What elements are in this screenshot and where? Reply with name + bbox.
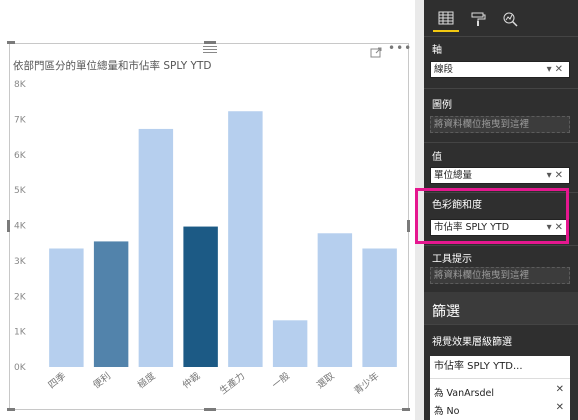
y-tick-label: 7K xyxy=(14,115,27,125)
y-tick-label: 3K xyxy=(14,257,27,267)
y-tick-label: 0K xyxy=(14,363,27,373)
axis-label: 軸 xyxy=(432,45,442,56)
chart-svg: 依部門區分的單位總量和市佔率 SPLY YTD 0K 1K 2K 3K 4K 5K 6K 7K… xyxy=(13,59,397,397)
x-category-label: 便利 xyxy=(91,370,113,391)
x-axis: 四季 便利 極度 仲裁 生產力 一般 選取 青少年 xyxy=(46,370,382,397)
x-category-label: 生產力 xyxy=(217,370,247,397)
y-tick-label: 4K xyxy=(14,222,27,232)
chart-title: 依部門區分的單位總量和市佔率 SPLY YTD xyxy=(13,59,211,72)
divider xyxy=(424,36,578,37)
filters-title: 篩選 xyxy=(432,304,460,320)
y-tick-label: 8K xyxy=(14,80,27,90)
well-controls-icon[interactable]: ▾✕ xyxy=(547,62,566,77)
legend-label: 圖例 xyxy=(432,100,452,111)
values-field-value: 單位總量 xyxy=(434,170,473,181)
bars xyxy=(49,111,397,368)
bar[interactable] xyxy=(49,248,84,367)
format-paint-roller-icon xyxy=(471,12,486,26)
tooltips-label: 工具提示 xyxy=(432,254,472,265)
y-tick-label: 6K xyxy=(14,151,27,161)
tooltips-well[interactable]: 將資料欄位拖曳到這裡 xyxy=(430,267,570,284)
x-category-label: 選取 xyxy=(315,370,337,391)
x-category-label: 青少年 xyxy=(352,370,382,397)
values-well[interactable]: 單位總量 ▾✕ xyxy=(430,167,570,184)
axis-well[interactable]: 線段 ▾✕ xyxy=(430,61,570,78)
bar[interactable] xyxy=(183,226,218,367)
x-category-label: 仲裁 xyxy=(180,370,203,391)
remove-filter-icon[interactable]: ✕ xyxy=(556,384,564,395)
x-category-label: 四季 xyxy=(46,370,69,391)
divider xyxy=(424,324,578,325)
y-tick-label: 1K xyxy=(14,328,27,338)
filter-condition: 為 VanArsdel xyxy=(434,388,494,399)
filter-card-title[interactable]: 市佔率 SPLY YTD... xyxy=(430,356,570,378)
filter-condition: 為 No xyxy=(434,406,460,417)
tab-analytics[interactable] xyxy=(497,6,523,32)
remove-filter-icon[interactable]: ✕ xyxy=(556,402,564,413)
visual-level-filters-label: 視覺效果層級篩選 xyxy=(432,337,512,348)
bar[interactable] xyxy=(93,241,129,367)
x-category-label: 極度 xyxy=(135,370,158,391)
values-label: 值 xyxy=(432,152,442,163)
bar[interactable] xyxy=(272,320,308,367)
divider xyxy=(424,245,578,246)
divider xyxy=(424,142,578,143)
fields-icon xyxy=(438,11,454,25)
bar[interactable] xyxy=(138,128,174,367)
divider xyxy=(424,88,578,89)
y-tick-label: 5K xyxy=(14,186,27,196)
bar[interactable] xyxy=(228,111,263,368)
bar-chart-visual[interactable]: ••• 依部門區分的單位總量和市佔率 SPLY YTD 0K 1K 2K 3K 4K 5K… xyxy=(7,41,411,411)
tab-fields[interactable] xyxy=(433,6,459,32)
x-category-label: 一般 xyxy=(270,370,293,391)
axis-field-value: 線段 xyxy=(434,64,454,75)
well-controls-icon[interactable]: ▾✕ xyxy=(547,168,566,183)
pane-tabs xyxy=(424,0,578,36)
tab-format[interactable] xyxy=(465,6,491,32)
highlight-box xyxy=(415,188,569,244)
bar[interactable] xyxy=(362,248,397,367)
y-axis: 0K 1K 2K 3K 4K 5K 6K 7K 8K xyxy=(14,80,27,373)
report-canvas: ••• 依部門區分的單位總量和市佔率 SPLY YTD 0K 1K 2K 3K 4K 5K… xyxy=(0,0,415,420)
y-tick-label: 2K xyxy=(14,292,27,302)
bar[interactable] xyxy=(317,233,353,367)
legend-well[interactable]: 將資料欄位拖曳到這裡 xyxy=(430,116,570,133)
analytics-magnifier-icon xyxy=(503,12,518,27)
filter-card-body: 為 VanArsdel ✕ 為 No ✕ xyxy=(430,378,570,420)
